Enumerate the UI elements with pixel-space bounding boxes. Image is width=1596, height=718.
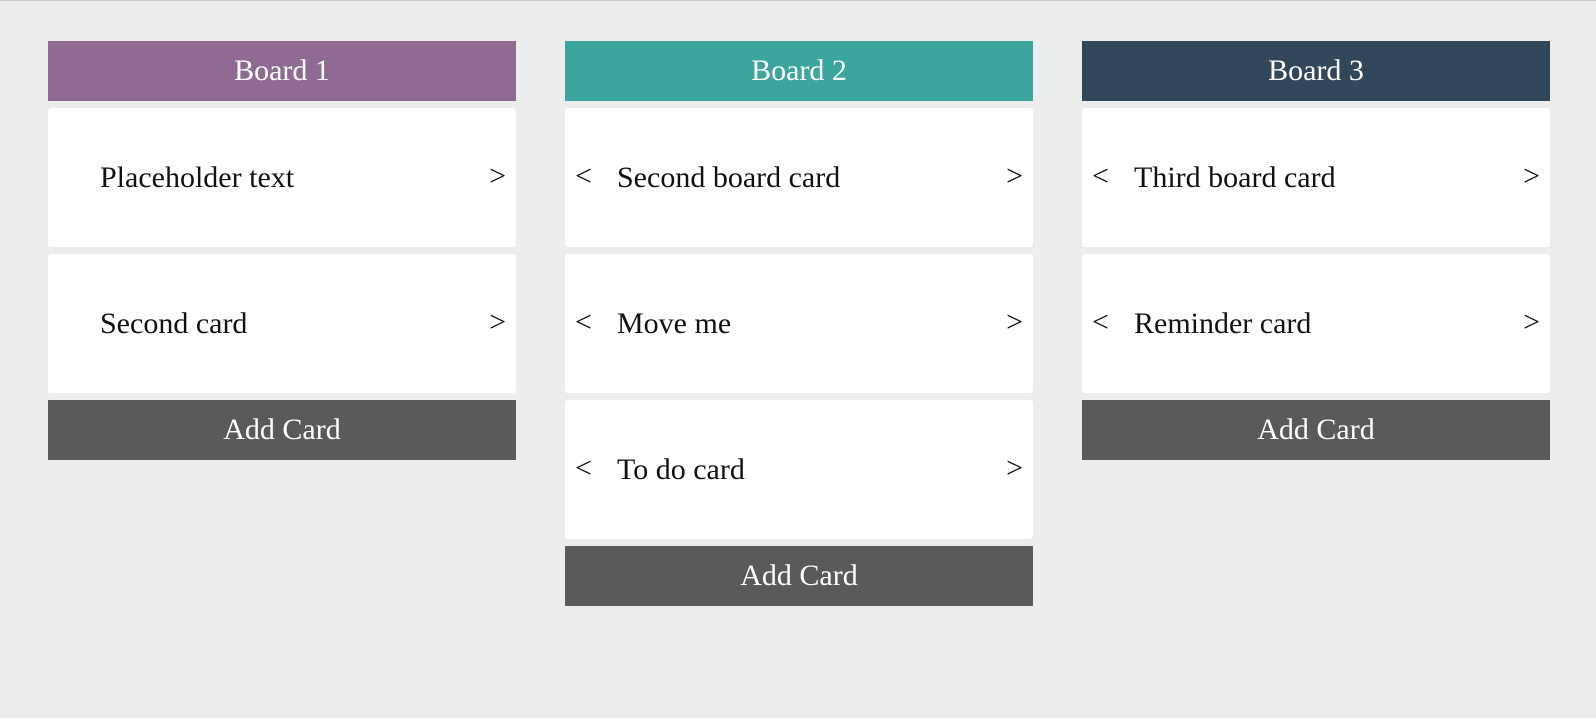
board-1: Board 1 Placeholder text > Second card >… [48,41,516,606]
boards-container: Board 1 Placeholder text > Second card >… [48,41,1550,606]
card-text: Third board card [1134,160,1336,194]
move-right-arrow-icon[interactable]: > [1523,159,1540,193]
board-3: Board 3 < Third board card > < Reminder … [1082,41,1550,606]
move-right-arrow-icon[interactable]: > [489,159,506,193]
move-left-arrow-icon[interactable]: < [575,305,592,339]
card[interactable]: Placeholder text > [48,108,516,247]
move-right-arrow-icon[interactable]: > [1006,159,1023,193]
add-card-button[interactable]: Add Card [565,546,1033,606]
board-header: Board 2 [565,41,1033,101]
card-text: Reminder card [1134,306,1312,340]
move-right-arrow-icon[interactable]: > [489,305,506,339]
board-2: Board 2 < Second board card > < Move me … [565,41,1033,606]
move-right-arrow-icon[interactable]: > [1006,451,1023,485]
move-left-arrow-icon[interactable]: < [575,451,592,485]
card[interactable]: < Move me > [565,254,1033,393]
card-text: To do card [617,452,745,486]
card-text: Second card [100,306,248,340]
board-header: Board 1 [48,41,516,101]
card[interactable]: Second card > [48,254,516,393]
card[interactable]: < Third board card > [1082,108,1550,247]
move-left-arrow-icon[interactable]: < [575,159,592,193]
card-text: Placeholder text [100,160,295,194]
move-right-arrow-icon[interactable]: > [1523,305,1540,339]
move-right-arrow-icon[interactable]: > [1006,305,1023,339]
board-header: Board 3 [1082,41,1550,101]
move-left-arrow-icon[interactable]: < [1092,305,1109,339]
card[interactable]: < Second board card > [565,108,1033,247]
move-left-arrow-icon[interactable]: < [1092,159,1109,193]
card[interactable]: < Reminder card > [1082,254,1550,393]
add-card-button[interactable]: Add Card [1082,400,1550,460]
card[interactable]: < To do card > [565,400,1033,539]
card-text: Move me [617,306,732,340]
add-card-button[interactable]: Add Card [48,400,516,460]
card-text: Second board card [617,160,841,194]
